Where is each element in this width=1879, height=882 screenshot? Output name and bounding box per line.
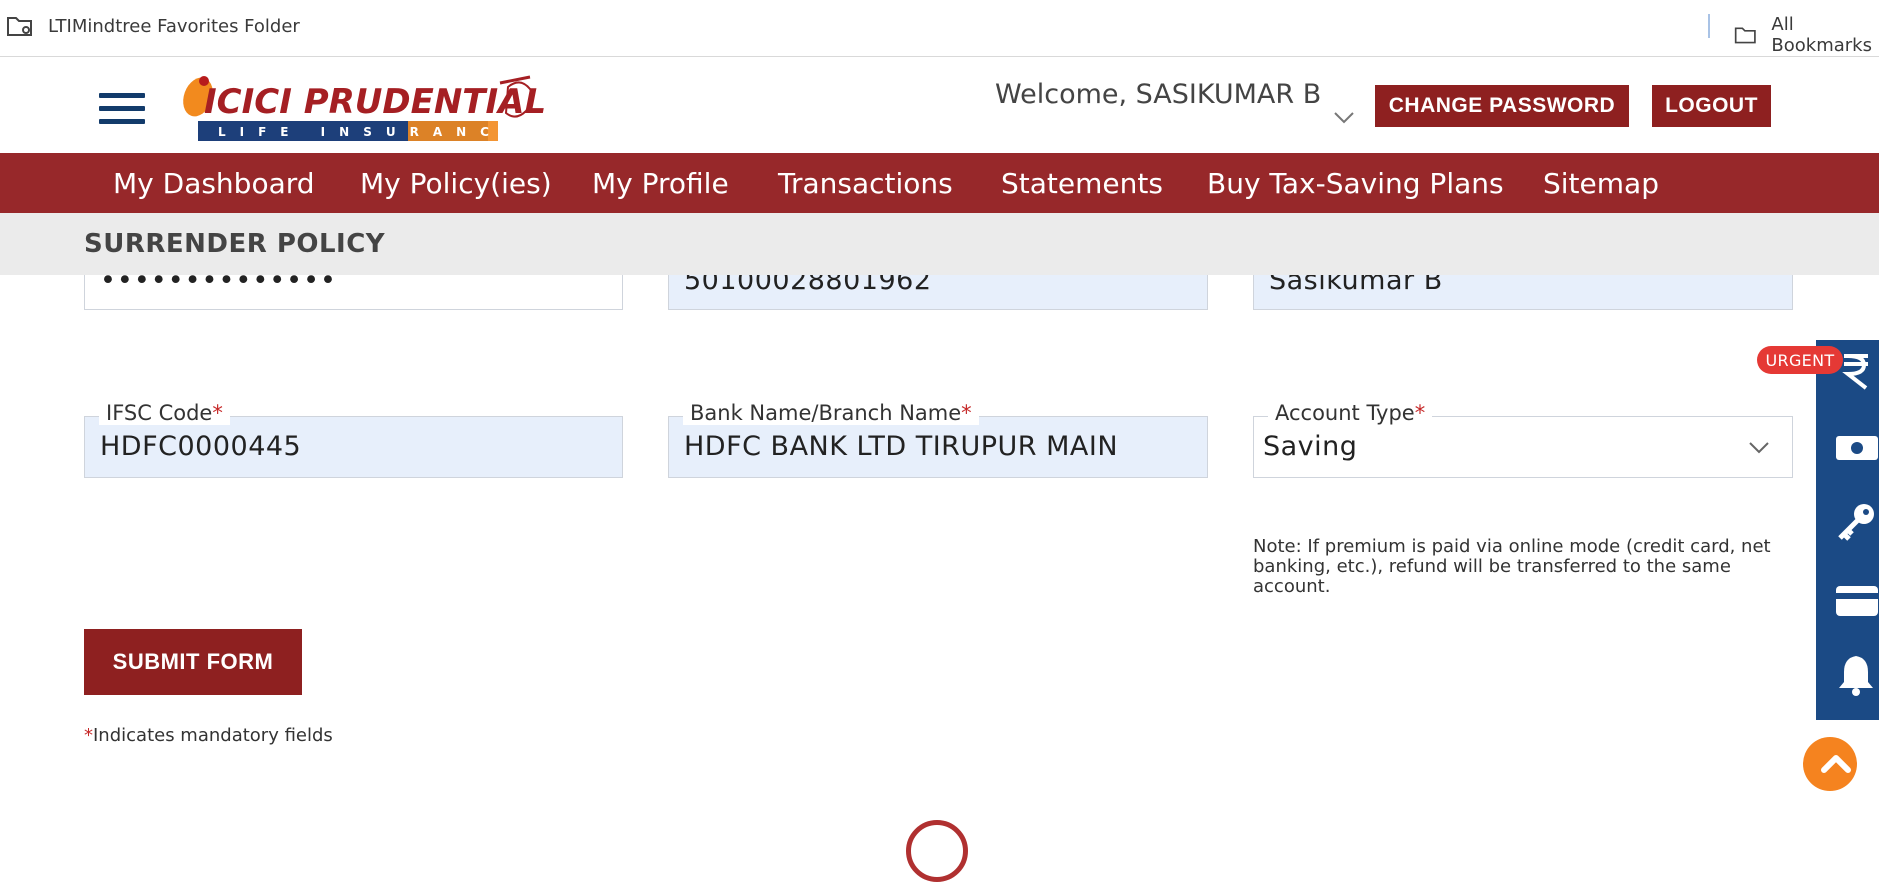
- account-type-value: Saving: [1263, 431, 1358, 462]
- chevron-down-icon: [1749, 442, 1769, 454]
- folder-icon: [1734, 27, 1756, 44]
- nav-sitemap[interactable]: Sitemap: [1543, 153, 1659, 213]
- submit-form-button[interactable]: SUBMIT FORM: [84, 629, 302, 695]
- ifsc-code-label: IFSC Code*: [99, 401, 230, 425]
- svg-text:LIFE INSURANCE: LIFE INSURANCE: [218, 125, 525, 139]
- bank-name-label: Bank Name/Branch Name*: [683, 401, 979, 425]
- page-title: SURRENDER POLICY: [84, 229, 386, 259]
- icici-prudential-logo-icon: ICICI PRUDENTIAL LIFE INSURANCE: [183, 75, 546, 141]
- folder-settings-icon: [7, 17, 32, 36]
- main-nav: My Dashboard My Policy(ies) My Profile T…: [0, 153, 1879, 213]
- credit-card-icon[interactable]: [1834, 578, 1878, 622]
- refund-note: Note: If premium is paid via online mode…: [1253, 536, 1771, 597]
- account-type-label: Account Type*: [1268, 401, 1433, 425]
- nav-statements[interactable]: Statements: [1001, 153, 1163, 213]
- quick-actions-rail: [1816, 340, 1879, 720]
- menu-circle-icon[interactable]: [906, 820, 968, 882]
- cash-icon[interactable]: [1834, 426, 1878, 470]
- nav-my-dashboard[interactable]: My Dashboard: [113, 153, 315, 213]
- brand-logo[interactable]: ICICI PRUDENTIAL LIFE INSURANCE: [178, 67, 548, 147]
- mandatory-fields-note: *Indicates mandatory fields: [84, 725, 333, 746]
- bank-name-value: HDFC BANK LTD TIRUPUR MAIN: [684, 431, 1119, 462]
- bookmarks-bar: LTIMindtree Favorites Folder All Bookmar…: [0, 0, 1879, 57]
- nav-buy-tax-saving-plans[interactable]: Buy Tax-Saving Plans: [1207, 153, 1504, 213]
- key-icon[interactable]: [1834, 500, 1878, 544]
- account-type-select[interactable]: Account Type* Saving: [1253, 401, 1793, 478]
- all-bookmarks-label: All Bookmarks: [1771, 14, 1872, 56]
- ifsc-code-value: HDFC0000445: [100, 431, 302, 462]
- scroll-to-top-button[interactable]: [1803, 737, 1857, 791]
- ifsc-code-field[interactable]: IFSC Code* HDFC0000445: [84, 401, 623, 478]
- bank-name-field[interactable]: Bank Name/Branch Name* HDFC BANK LTD TIR…: [668, 401, 1208, 478]
- site-header: ICICI PRUDENTIAL LIFE INSURANCE Welcome,…: [0, 57, 1879, 153]
- welcome-text: Welcome, SASIKUMAR B: [995, 79, 1322, 110]
- chevron-down-icon[interactable]: [1333, 111, 1355, 125]
- bookmarks-separator: [1708, 14, 1710, 38]
- chevron-up-icon: [1821, 755, 1851, 773]
- bell-icon[interactable]: [1834, 652, 1878, 696]
- svg-text:ICICI PRUDENTIAL: ICICI PRUDENTIAL: [204, 82, 546, 122]
- all-bookmarks-button[interactable]: All Bookmarks: [1734, 14, 1879, 56]
- logout-button[interactable]: LOGOUT: [1652, 85, 1771, 127]
- urgent-badge: URGENT: [1757, 346, 1843, 374]
- change-password-button[interactable]: CHANGE PASSWORD: [1375, 85, 1629, 127]
- nav-my-policies[interactable]: My Policy(ies): [360, 153, 552, 213]
- hamburger-menu-icon[interactable]: [99, 93, 145, 125]
- nav-my-profile[interactable]: My Profile: [592, 153, 729, 213]
- bookmark-folder-label: LTIMindtree Favorites Folder: [48, 15, 300, 37]
- page-title-bar: SURRENDER POLICY: [0, 213, 1879, 275]
- bookmark-folder-favorites[interactable]: LTIMindtree Favorites Folder: [6, 14, 300, 38]
- nav-transactions[interactable]: Transactions: [778, 153, 953, 213]
